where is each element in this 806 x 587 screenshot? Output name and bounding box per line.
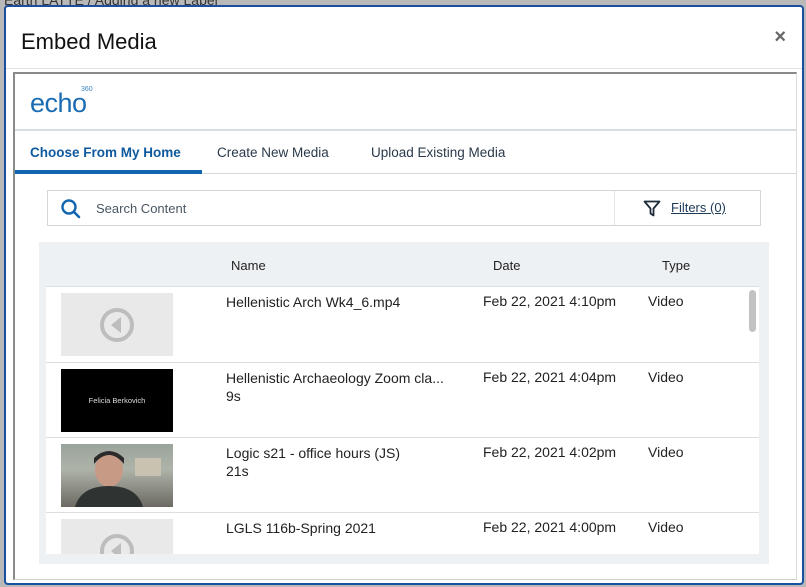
dialog-header: Embed Media × [6,7,802,69]
media-thumbnail [61,519,173,554]
echo-embed-frame: echo 360 Choose From My Home Create New … [13,72,797,580]
thumbnail-title-text: Felicia Berkovich [88,396,146,405]
echo360-logo-superscript: 360 [81,86,93,93]
media-type: Video [648,369,684,385]
tab-upload-existing-media[interactable]: Upload Existing Media [371,145,505,160]
media-thumbnail: Felicia Berkovich [61,369,173,432]
search-input[interactable] [94,191,614,225]
logo-bar: echo 360 [15,74,796,131]
media-date: Feb 22, 2021 4:04pm [483,369,617,385]
table-row[interactable]: Hellenistic Arch Wk4_6.mp4 Feb 22, 2021 … [46,287,759,363]
tab-bar: Choose From My Home Create New Media Upl… [15,131,796,174]
media-thumbnail [61,293,173,356]
media-table: Name Date Type Hellenistic Arch Wk4_6.mp… [39,242,769,564]
filters-button[interactable]: Filters (0) [614,191,760,225]
echo360-logo: echo [30,88,87,118]
table-header: Name Date Type [39,242,769,286]
media-type: Video [648,293,684,309]
media-name: Logic s21 - office hours (JS) 21s [226,444,481,480]
dialog-title: Embed Media [21,29,157,54]
media-date: Feb 22, 2021 4:02pm [483,444,617,460]
media-name: LGLS 116b-Spring 2021 [226,520,376,536]
media-date: Feb 22, 2021 4:10pm [483,293,617,309]
column-header-type[interactable]: Type [662,258,690,273]
filters-label: Filters (0) [671,200,726,215]
table-body: Hellenistic Arch Wk4_6.mp4 Feb 22, 2021 … [46,286,759,554]
table-row[interactable]: LGLS 116b-Spring 2021 Feb 22, 2021 4:00p… [46,513,759,554]
play-circle-icon [100,308,134,342]
webcam-person-image [75,451,161,507]
media-name: Hellenistic Arch Wk4_6.mp4 [226,294,401,310]
search-bar: Filters (0) [47,190,761,226]
active-tab-indicator [15,170,202,174]
embed-media-dialog: Embed Media × echo 360 Choose From My Ho… [4,5,804,585]
play-circle-icon [100,534,134,554]
media-type: Video [648,444,684,460]
media-name: Hellenistic Archaeology Zoom cla... 9s [226,369,481,405]
media-type: Video [648,519,684,535]
table-row[interactable]: Logic s21 - office hours (JS) 21s Feb 22… [46,438,759,513]
table-scrollbar[interactable] [747,287,759,554]
filter-funnel-icon [643,200,661,222]
media-duration: 21s [226,463,249,479]
media-duration: 9s [226,388,241,404]
tab-create-new-media[interactable]: Create New Media [217,145,329,160]
media-date: Feb 22, 2021 4:00pm [483,519,617,535]
media-thumbnail [61,444,173,507]
scrollbar-thumb[interactable] [749,290,756,332]
column-header-date[interactable]: Date [493,258,520,273]
close-button[interactable]: × [774,27,786,47]
tab-choose-from-my-home[interactable]: Choose From My Home [30,145,181,160]
column-header-name[interactable]: Name [231,258,266,273]
search-icon [60,198,82,225]
table-row[interactable]: Felicia Berkovich Hellenistic Archaeolog… [46,363,759,438]
